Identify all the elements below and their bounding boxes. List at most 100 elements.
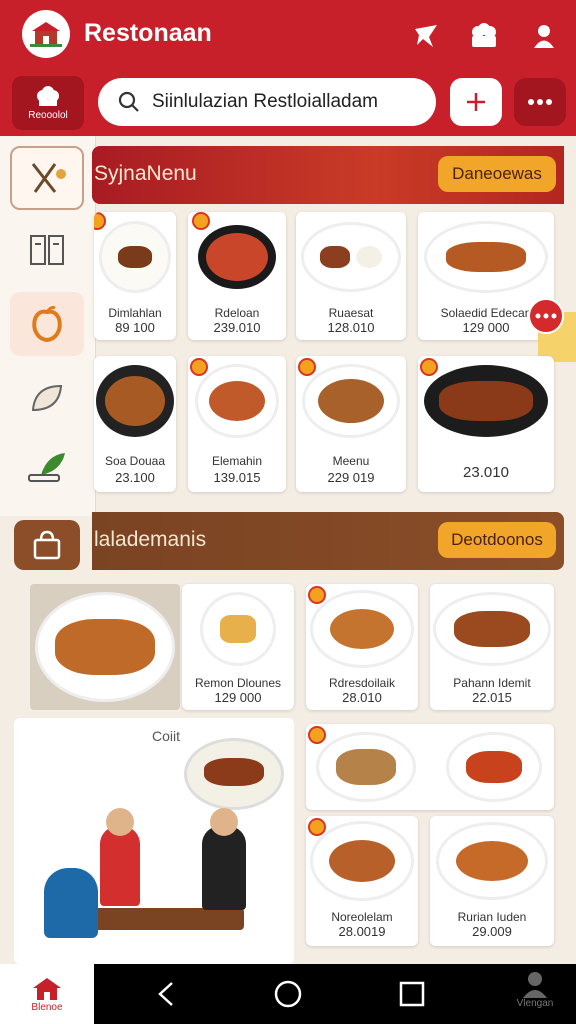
dish-image xyxy=(418,212,554,302)
section-banner-specials: lalademanis Deotdoonos xyxy=(92,512,564,570)
flower-icon xyxy=(37,85,59,106)
dish-price: 239.010 xyxy=(213,320,261,335)
add-button[interactable] xyxy=(450,78,502,126)
dish-image xyxy=(296,212,406,302)
back-arrow-icon xyxy=(158,982,173,1006)
nav-home-button[interactable]: Blenoe xyxy=(0,964,94,1024)
dish-image xyxy=(182,584,294,674)
dish-price: 229 019 xyxy=(327,470,375,485)
leaf-icon xyxy=(31,384,63,412)
home-button-label: Reooolol xyxy=(28,109,68,121)
dish-price: 129 000 xyxy=(214,690,262,705)
dish-price: 128.010 xyxy=(327,320,375,335)
badge-icon xyxy=(192,212,210,230)
dish-image xyxy=(94,212,176,302)
recents-button[interactable] xyxy=(392,974,432,1014)
menu-card[interactable]: Noreolelam 28.0019 xyxy=(306,816,418,946)
featured-dish-image[interactable] xyxy=(30,584,180,710)
menu-card-pair xyxy=(306,724,554,810)
section-action-button[interactable]: Deotdoonos xyxy=(438,522,556,558)
nav-user-button[interactable]: Vlengan xyxy=(500,970,570,1009)
menu-card[interactable]: Pahann Idemit 22.015 xyxy=(430,584,554,710)
restaurant-home-button[interactable]: Reooolol xyxy=(12,76,84,130)
dish-name: Noreolelam xyxy=(331,910,393,924)
dish-name: Rdeloan xyxy=(214,306,260,320)
badge-icon xyxy=(308,726,326,744)
sidebar-item-herb[interactable] xyxy=(10,436,84,500)
dish-name: Elemahin xyxy=(211,454,263,468)
utensils-icon xyxy=(31,163,66,193)
badge-icon xyxy=(298,358,316,376)
search-icon xyxy=(118,91,139,112)
dish-image xyxy=(430,584,554,674)
section-action-button[interactable]: Daneoewas xyxy=(438,156,556,192)
menu-card[interactable]: 23.010 xyxy=(418,356,554,492)
badge-icon xyxy=(308,586,326,604)
dish-name: Remon Dlounes xyxy=(194,676,282,690)
dish-price: 23.100 xyxy=(115,470,155,485)
user-icon xyxy=(523,972,547,998)
more-dots-icon xyxy=(528,99,552,105)
restaurant-logo-icon[interactable] xyxy=(22,10,70,58)
chef-hat-icon[interactable] xyxy=(466,18,502,54)
dish-price: 23.010 xyxy=(463,464,509,481)
menu-card[interactable]: Rdeloan 239.010 xyxy=(188,212,286,340)
square-recents-icon xyxy=(399,981,425,1007)
dish-name: Soa Douaa xyxy=(104,454,166,468)
search-query: Siinlulazian Restloialladam xyxy=(152,91,379,112)
home-system-button[interactable] xyxy=(268,974,308,1014)
section2-icon-button[interactable] xyxy=(14,520,80,570)
bottom-navigation: Blenoe Vlengan xyxy=(0,964,576,1024)
restaurant-scene-image xyxy=(14,718,294,964)
app-title: Restonaan xyxy=(84,19,212,47)
menu-card[interactable]: Remon Dlounes 129 000 xyxy=(182,584,294,710)
search-row: Reooolol Siinlulazian Restloialladam xyxy=(0,72,576,136)
menu-card[interactable]: Elemahin 139.015 xyxy=(188,356,286,492)
sidebar-item-utensils[interactable] xyxy=(10,146,84,210)
sidebar-item-leaf[interactable] xyxy=(10,366,84,430)
badge-icon xyxy=(308,818,326,836)
menu-card[interactable]: Ruaesat 128.010 xyxy=(296,212,406,340)
menu-card[interactable]: Rurian Iuden 29.009 xyxy=(430,816,554,946)
menu-card[interactable]: Soa Douaa 23.100 xyxy=(94,356,176,492)
dish-price: 28.010 xyxy=(342,690,382,705)
dish-name: Rurian Iuden xyxy=(457,910,527,924)
badge-icon xyxy=(190,358,208,376)
category-sidebar xyxy=(0,136,96,516)
menu-card-icon xyxy=(30,235,64,265)
menu-card[interactable]: Dimlahlan 89 100 xyxy=(94,212,176,340)
sidebar-item-menu[interactable] xyxy=(10,218,84,282)
section-banner-menu: SyjnaNenu Daneoewas xyxy=(92,146,564,204)
dish-price: 22.015 xyxy=(472,690,512,705)
dish-price: 29.009 xyxy=(472,924,512,939)
dish-name: Dimlahlan xyxy=(108,306,162,320)
menu-card[interactable]: Meenu 229 019 xyxy=(296,356,406,492)
person-icon[interactable] xyxy=(526,18,562,54)
nav-home-label: Blenoe xyxy=(31,1001,63,1013)
back-button[interactable] xyxy=(146,974,186,1014)
nav-user-label: Vlengan xyxy=(516,998,554,1009)
search-input[interactable]: Siinlulazian Restloialladam xyxy=(98,78,436,126)
sidebar-item-fruit[interactable] xyxy=(10,292,84,356)
dish-image xyxy=(418,356,554,446)
fruit-icon xyxy=(32,306,62,343)
dish-image[interactable] xyxy=(316,732,416,802)
plus-icon xyxy=(467,93,485,111)
dish-image xyxy=(94,356,176,446)
menu-card[interactable]: Rdresdoilaik 28.010 xyxy=(306,584,418,710)
shopping-bag-icon xyxy=(33,530,61,560)
dish-price: 89 100 xyxy=(115,320,155,335)
badge-icon xyxy=(420,358,438,376)
app-header: Restonaan xyxy=(0,0,576,72)
more-dots-icon xyxy=(535,313,557,319)
more-button[interactable] xyxy=(514,78,566,126)
dish-name: Meenu xyxy=(332,454,370,468)
herb-icon xyxy=(28,453,65,482)
dish-image[interactable] xyxy=(446,732,542,802)
dish-price: 28.0019 xyxy=(338,924,386,939)
pin-icon[interactable] xyxy=(408,18,444,54)
fab-more-button[interactable] xyxy=(528,298,564,334)
dish-name: Rdresdoilaik xyxy=(328,676,396,690)
section-title: SyjnaNenu xyxy=(94,162,197,185)
circle-home-icon xyxy=(274,980,302,1008)
